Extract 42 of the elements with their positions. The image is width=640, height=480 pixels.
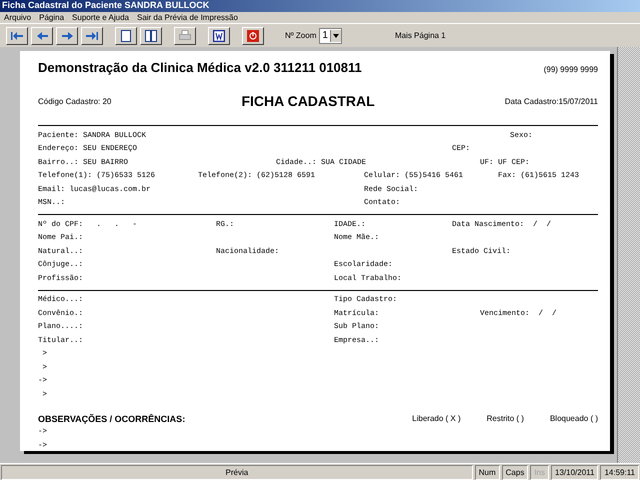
arrow-left-icon (36, 32, 48, 40)
status-panel: 13/10/2011 (551, 465, 598, 480)
two-pages-icon (145, 30, 157, 42)
zoom-dropdown[interactable]: 1 (319, 28, 342, 44)
toolbar-button[interactable] (81, 26, 103, 44)
exit-icon (247, 30, 259, 42)
status-option: Restrito ( ) (486, 414, 524, 423)
toolbar-button[interactable] (56, 26, 78, 44)
phone-text: (99) 9999 9999 (544, 65, 598, 74)
toolbar-button[interactable] (174, 26, 196, 44)
date-text: Data Cadastro:15/07/2011 (504, 96, 598, 106)
menu-item[interactable]: Arquivo (4, 12, 32, 23)
scrollbar[interactable] (617, 47, 640, 463)
toolbar-button[interactable] (115, 26, 137, 44)
last-page-icon (86, 32, 98, 40)
first-page-icon (11, 32, 23, 40)
toolbar-button[interactable] (242, 26, 264, 44)
printer-icon (179, 30, 191, 41)
caret-icon (332, 34, 339, 38)
status-option: Liberado ( X ) (412, 414, 461, 423)
status-panel: Prévia (1, 465, 473, 480)
menu-item[interactable]: Página (39, 12, 64, 23)
page-icon (121, 30, 131, 42)
status-panel: 14:59:11 (600, 465, 639, 480)
toolbar-button[interactable] (6, 26, 28, 44)
menu-item[interactable]: Suporte e Ajuda (72, 12, 129, 23)
toolbar-button[interactable] (208, 26, 230, 44)
report-title: Demonstração da Clinica Médica v2.0 311211 010811 (38, 60, 362, 75)
page-label: Mais Página 1 (394, 31, 446, 40)
status-option: Bloqueado ( ) (550, 414, 598, 423)
arrow-right-icon (62, 32, 72, 40)
status-panel: Num (474, 465, 500, 480)
code-text: Código Cadastro: 20 (38, 96, 112, 106)
zoom-label: Nº Zoom (285, 31, 316, 40)
report-heading: FICHA CADASTRAL (241, 93, 375, 109)
window-title: Ficha Cadastral do Paciente SANDRA BULLOCK (0, 0, 640, 12)
document-icon (213, 30, 225, 42)
observations-label: OBSERVAÇÕES / OCORRÊNCIAS: (38, 414, 186, 424)
toolbar-button[interactable] (140, 26, 162, 44)
status-panel: Caps (502, 465, 528, 480)
menu-item[interactable]: Sair da Prévia de Impressão (136, 12, 238, 23)
toolbar-button[interactable] (31, 26, 53, 44)
